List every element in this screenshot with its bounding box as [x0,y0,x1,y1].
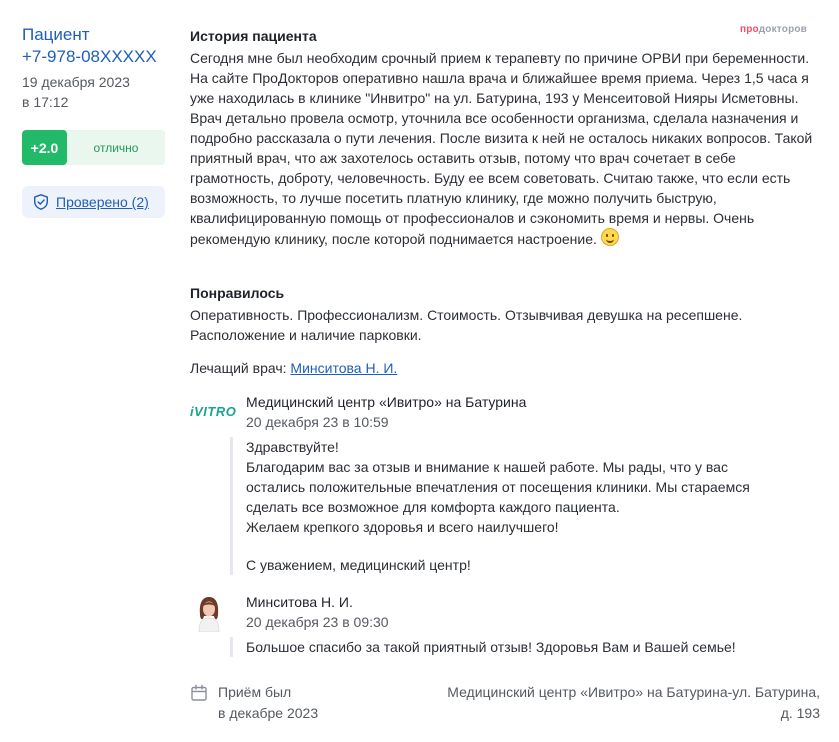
clinic-address: Медицинский центр «Ивитро» на Батурина-у… [400,682,820,724]
liked-title: Понравилось [190,285,285,301]
author-phone: +7-978-08XXXXX [22,47,157,66]
review-liked: Понравилось Оперативность. Профессионали… [190,283,820,345]
clinic-reply-author: Медицинский центр «Ивитро» на Батурина [246,394,527,410]
clinic-reply-line: Благодарим вас за отзыв и внимание к наш… [246,459,728,475]
treating-doctor: Лечащий врач: Минситова Н. И. [190,358,397,378]
clinic-reply-line: сделать все возможное для комфорта каждо… [246,499,620,515]
rating-score: +2.0 [22,130,67,165]
review-author: Пациент +7-978-08XXXXX 19 декабря 2023 в… [22,24,157,112]
review-time: в 17:12 [22,94,69,110]
visit-date: Приём был в декабре 2023 [218,682,318,724]
rating-badge: +2.0 отлично [22,130,165,165]
doctor-avatar [192,594,226,632]
rating-label: отлично [93,140,139,155]
clinic-reply-line: остались положительные впечатления от по… [246,479,750,495]
doctor-reply-body: Большое спасибо за такой приятный отзыв!… [230,637,820,657]
story-text: Сегодня мне был необходим срочный прием … [190,50,813,247]
treating-doctor-prefix: Лечащий врач: [190,360,287,376]
clinic-reply-date: 20 декабря 23 в 10:59 [246,414,389,430]
clinic-address-line1: Медицинский центр «Ивитро» на Батурина-у… [447,684,820,700]
treating-doctor-link[interactable]: Минситова Н. И. [290,360,397,376]
author-name: Пациент [22,25,90,44]
story-text-block: Сегодня мне был необходим срочный прием … [190,48,820,249]
doctor-reply-author: Минситова Н. И. [246,594,353,610]
smile-icon [600,228,619,246]
verified-label[interactable]: Проверено (2) [56,194,149,210]
liked-text: Оперативность. Профессионализм. Стоимост… [190,307,743,343]
verified-button[interactable]: Проверено (2) [22,186,165,218]
clinic-reply-line: Здравствуйте! [246,439,339,455]
invitro-logo: iVITRO [190,404,237,419]
calendar-icon [191,684,207,701]
clinic-reply-line: Желаем крепкого здоровья и всего наилучш… [246,519,559,535]
story-title: История пациента [190,28,317,44]
doctor-reply-date: 20 декабря 23 в 09:30 [246,614,389,630]
review-story: История пациента Сегодня мне был необход… [190,26,820,249]
clinic-address-line2: д. 193 [780,705,820,721]
clinic-reply-spacer [246,537,820,555]
visit-date-line1: Приём был [218,684,292,700]
shield-check-icon [33,194,49,210]
visit-date-line2: в декабре 2023 [218,705,319,721]
clinic-reply-signature: С уважением, медицинский центр! [246,557,471,573]
review-date: 19 декабря 2023 [22,74,130,90]
clinic-reply-body: Здравствуйте! Благодарим вас за отзыв и … [230,437,820,575]
